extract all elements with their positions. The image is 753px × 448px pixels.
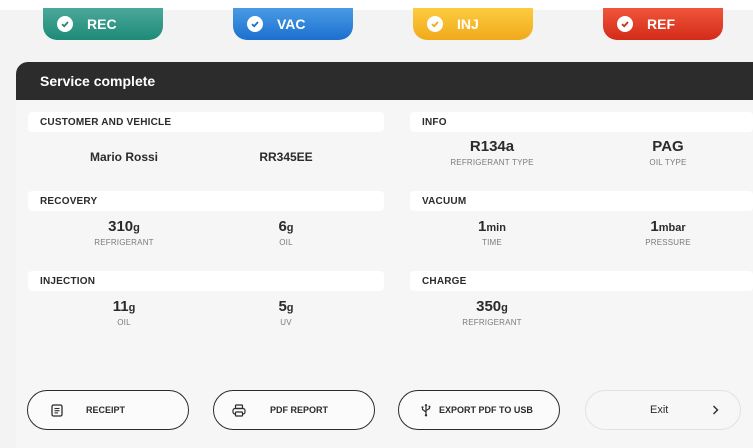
page-title: Service complete [40, 73, 156, 89]
tab-ref[interactable]: REF [603, 8, 723, 40]
injection-oil-value: 11 [112, 298, 129, 315]
injection-oil-label: OIL [117, 318, 131, 327]
export-pdf-usb-label: EXPORT PDF TO USB [439, 405, 533, 415]
pdf-report-label: PDF REPORT [270, 405, 329, 415]
receipt-label: RECEIPT [86, 405, 126, 415]
recovery-oil-label: OIL [279, 238, 293, 247]
vehicle-plate-cell: RR345EE [216, 150, 356, 164]
vehicle-plate: RR345EE [259, 150, 313, 164]
vacuum-time-cell: 1min TIME [422, 218, 562, 247]
charge-refrigerant-value: 350 [476, 298, 502, 315]
injection-uv-label: UV [280, 318, 292, 327]
export-pdf-usb-button[interactable]: EXPORT PDF TO USB [398, 390, 560, 430]
charge-refrigerant-cell: 350g REFRIGERANT [422, 298, 562, 327]
unit: g [128, 302, 136, 314]
injection-uv-cell: 5g UV [216, 298, 356, 327]
vacuum-pressure-label: PRESSURE [645, 238, 691, 247]
recovery-oil-value: 6 [278, 218, 287, 235]
vacuum-section: VACUUM [410, 191, 753, 211]
check-icon [57, 16, 73, 32]
refrigerant-type-value: R134a [469, 138, 515, 155]
tab-label: REC [87, 16, 117, 32]
recovery-oil-cell: 6g OIL [216, 218, 356, 247]
tab-label: VAC [277, 16, 306, 32]
recovery-section: RECOVERY [28, 191, 384, 211]
tab-label: INJ [457, 16, 479, 32]
oil-type-cell: PAG OIL TYPE [598, 138, 738, 167]
refrigerant-type-cell: R134a REFRIGERANT TYPE [422, 138, 562, 167]
unit: g [133, 222, 140, 234]
charge-refrigerant-label: REFRIGERANT [462, 318, 522, 327]
section-title: INJECTION [28, 271, 384, 291]
receipt-icon [50, 403, 64, 417]
receipt-button[interactable]: RECEIPT [27, 390, 189, 430]
customer-name: Mario Rossi [89, 150, 158, 164]
unit: mbar [658, 222, 686, 234]
recovery-refrigerant-value: 310 [108, 218, 134, 235]
exit-label: Exit [650, 404, 669, 416]
vacuum-time-label: TIME [482, 238, 502, 247]
charge-section: CHARGE [410, 271, 753, 291]
usb-icon [419, 403, 433, 417]
tab-label: REF [647, 16, 675, 32]
tab-rec[interactable]: REC [43, 8, 163, 40]
pdf-report-button[interactable]: PDF REPORT [213, 390, 375, 430]
check-icon [617, 16, 633, 32]
unit: min [486, 222, 506, 234]
recovery-refrigerant-cell: 310g REFRIGERANT [54, 218, 194, 247]
vacuum-pressure-cell: 1mbar PRESSURE [598, 218, 738, 247]
oil-type-label: OIL TYPE [649, 158, 687, 167]
refrigerant-type-label: REFRIGERANT TYPE [450, 158, 534, 167]
tab-inj[interactable]: INJ [413, 8, 533, 40]
oil-type-value: PAG [652, 138, 684, 155]
chevron-right-icon [712, 405, 719, 415]
vacuum-pressure-value: 1 [650, 218, 659, 235]
tab-vac[interactable]: VAC [233, 8, 353, 40]
recovery-refrigerant-label: REFRIGERANT [94, 238, 154, 247]
injection-uv-value: 5 [278, 298, 287, 315]
unit: g [501, 302, 508, 314]
printer-icon [232, 403, 246, 417]
customer-name-cell: Mario Rossi [54, 150, 194, 164]
unit: g [286, 302, 294, 314]
check-icon [247, 16, 263, 32]
exit-button[interactable]: Exit [585, 390, 741, 430]
injection-oil-cell: 11g OIL [54, 298, 194, 327]
section-title: RECOVERY [28, 191, 384, 211]
check-icon [427, 16, 443, 32]
info-section: INFO [410, 112, 753, 132]
unit: g [286, 222, 294, 234]
section-title: INFO [410, 112, 753, 132]
section-title: VACUUM [410, 191, 753, 211]
panel-header: Service complete [16, 62, 753, 100]
injection-section: INJECTION [28, 271, 384, 291]
section-title: CHARGE [410, 271, 753, 291]
section-title: CUSTOMER AND VEHICLE [28, 112, 384, 132]
customer-section: CUSTOMER AND VEHICLE [28, 112, 384, 132]
